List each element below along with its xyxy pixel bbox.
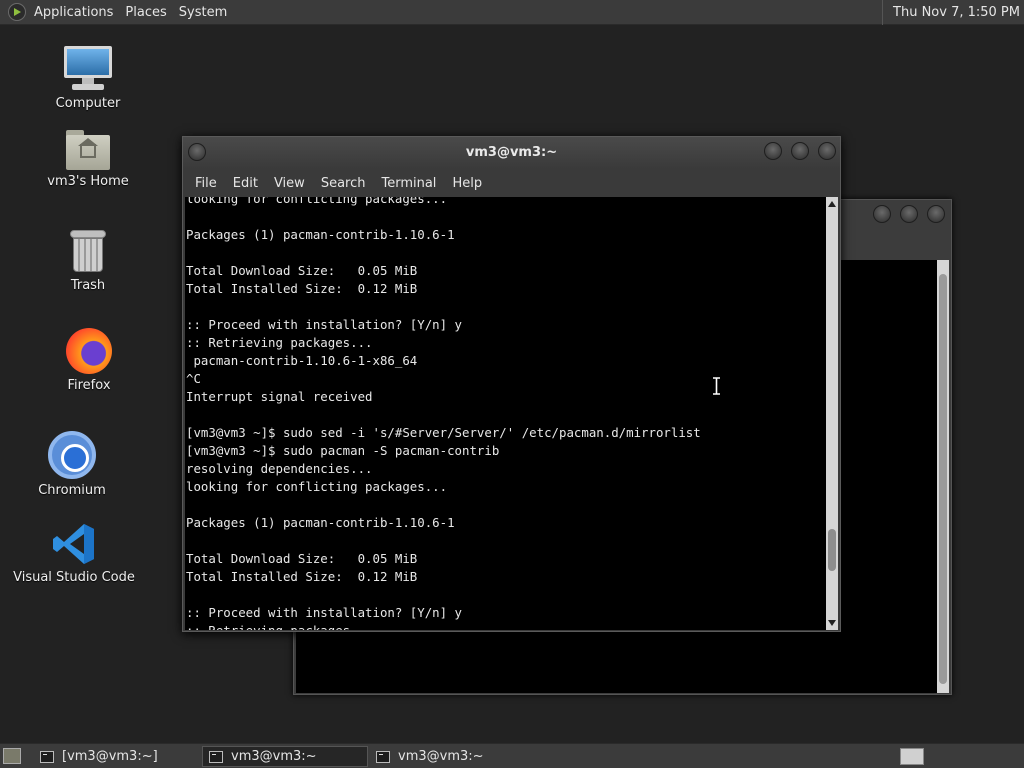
terminal-line: pacman-contrib-1.10.6-1-x86_64	[186, 353, 418, 368]
computer-icon	[64, 46, 112, 92]
taskbar-item-active[interactable]: vm3@vm3:~	[202, 746, 368, 767]
terminal-line: Total Installed Size: 0.12 MiB	[186, 569, 418, 584]
terminal-line: Total Download Size: 0.05 MiB	[186, 263, 418, 278]
minimize-button[interactable]	[873, 205, 891, 223]
vertical-scrollbar[interactable]	[937, 260, 949, 693]
scroll-down-arrow-icon[interactable]	[828, 620, 836, 626]
desktop-icon-label: Chromium	[38, 483, 106, 498]
menu-places[interactable]: Places	[119, 0, 172, 25]
menu-help[interactable]: Help	[444, 176, 490, 191]
window-titlebar[interactable]: vm3@vm3:~	[183, 137, 840, 169]
menu-view[interactable]: View	[266, 176, 313, 191]
menu-applications[interactable]: Applications	[28, 0, 119, 25]
terminal-line: :: Proceed with installation? [Y/n] y	[186, 605, 463, 620]
top-panel: Applications Places System Thu Nov 7, 1:…	[0, 0, 1024, 25]
terminal-line: Packages (1) pacman-contrib-1.10.6-1	[186, 227, 455, 242]
menu-terminal[interactable]: Terminal	[373, 176, 444, 191]
desktop-icon-label: Firefox	[67, 378, 111, 393]
terminal-line: Interrupt signal received	[186, 389, 373, 404]
desktop-icon-firefox[interactable]: Firefox	[24, 328, 154, 393]
terminal-line: Packages (1) pacman-contrib-1.10.6-1	[186, 515, 455, 530]
workspace-switcher[interactable]	[900, 748, 924, 765]
maximize-button[interactable]	[791, 142, 809, 160]
minimize-button[interactable]	[764, 142, 782, 160]
desktop-icon-trash[interactable]: Trash	[23, 230, 153, 293]
taskbar-item[interactable]: [vm3@vm3:~]	[34, 746, 198, 767]
desktop-icon-label: Trash	[70, 278, 106, 293]
home-folder-icon	[66, 130, 110, 170]
terminal-line: ^C	[186, 371, 201, 386]
taskbar-item-label: vm3@vm3:~	[398, 749, 484, 764]
taskbar-item[interactable]: vm3@vm3:~	[370, 746, 536, 767]
taskbar-item-label: vm3@vm3:~	[231, 749, 317, 764]
taskbar-item-label: [vm3@vm3:~]	[62, 749, 158, 764]
trash-icon	[70, 230, 106, 274]
terminal-line: :: Proceed with installation? [Y/n] y	[186, 317, 463, 332]
show-desktop-icon[interactable]	[3, 748, 21, 764]
terminal-line: Total Installed Size: 0.12 MiB	[186, 281, 418, 296]
terminal-menubar: File Edit View Search Terminal Help	[183, 169, 840, 197]
terminal-text: looking for conflicting packages... Pack…	[186, 197, 701, 630]
terminal-line: Total Download Size: 0.05 MiB	[186, 551, 418, 566]
firefox-icon	[66, 328, 112, 374]
terminal-output[interactable]: looking for conflicting packages... Pack…	[185, 197, 828, 630]
desktop-icon-label: vm3's Home	[47, 174, 129, 189]
chromium-icon	[48, 431, 96, 479]
desktop-icon-home[interactable]: vm3's Home	[23, 130, 153, 189]
vscode-icon	[52, 522, 96, 566]
terminal-icon	[40, 750, 54, 763]
desktop-icon-computer[interactable]: Computer	[23, 46, 153, 111]
terminal-line: [vm3@vm3 ~]$ sudo sed -i 's/#Server/Serv…	[186, 425, 701, 440]
scroll-up-arrow-icon[interactable]	[828, 201, 836, 207]
terminal-line: :: Retrieving packages...	[186, 335, 373, 350]
terminal-icon	[209, 750, 223, 763]
menu-search[interactable]: Search	[313, 176, 374, 191]
desktop-icon-vscode[interactable]: Visual Studio Code	[9, 522, 139, 585]
terminal-window[interactable]: vm3@vm3:~ File Edit View Search Terminal…	[182, 136, 841, 632]
panel-clock[interactable]: Thu Nov 7, 1:50 PM	[882, 0, 1020, 25]
bottom-panel: [vm3@vm3:~] vm3@vm3:~ vm3@vm3:~	[0, 743, 1024, 768]
menu-edit[interactable]: Edit	[225, 176, 266, 191]
close-button[interactable]	[818, 142, 836, 160]
menu-system[interactable]: System	[173, 0, 233, 25]
scrollbar-thumb[interactable]	[828, 529, 836, 571]
close-button[interactable]	[927, 205, 945, 223]
terminal-icon	[376, 750, 390, 763]
terminal-line: resolving dependencies...	[186, 461, 373, 476]
scrollbar-thumb[interactable]	[939, 274, 947, 684]
terminal-line: :: Retrieving packages...	[186, 622, 701, 630]
desktop-icon-label: Computer	[55, 96, 121, 111]
desktop-icon-label: Visual Studio Code	[13, 570, 135, 585]
terminal-line: [vm3@vm3 ~]$ sudo pacman -S pacman-contr…	[186, 443, 500, 458]
maximize-button[interactable]	[900, 205, 918, 223]
menu-file[interactable]: File	[187, 176, 225, 191]
distro-logo-icon[interactable]	[8, 3, 26, 21]
terminal-line: looking for conflicting packages...	[186, 479, 448, 494]
desktop-icon-chromium[interactable]: Chromium	[7, 431, 137, 498]
text-cursor-icon	[713, 377, 720, 395]
vertical-scrollbar[interactable]	[826, 197, 838, 630]
window-title: vm3@vm3:~	[465, 145, 558, 160]
terminal-line: looking for conflicting packages...	[186, 197, 448, 206]
